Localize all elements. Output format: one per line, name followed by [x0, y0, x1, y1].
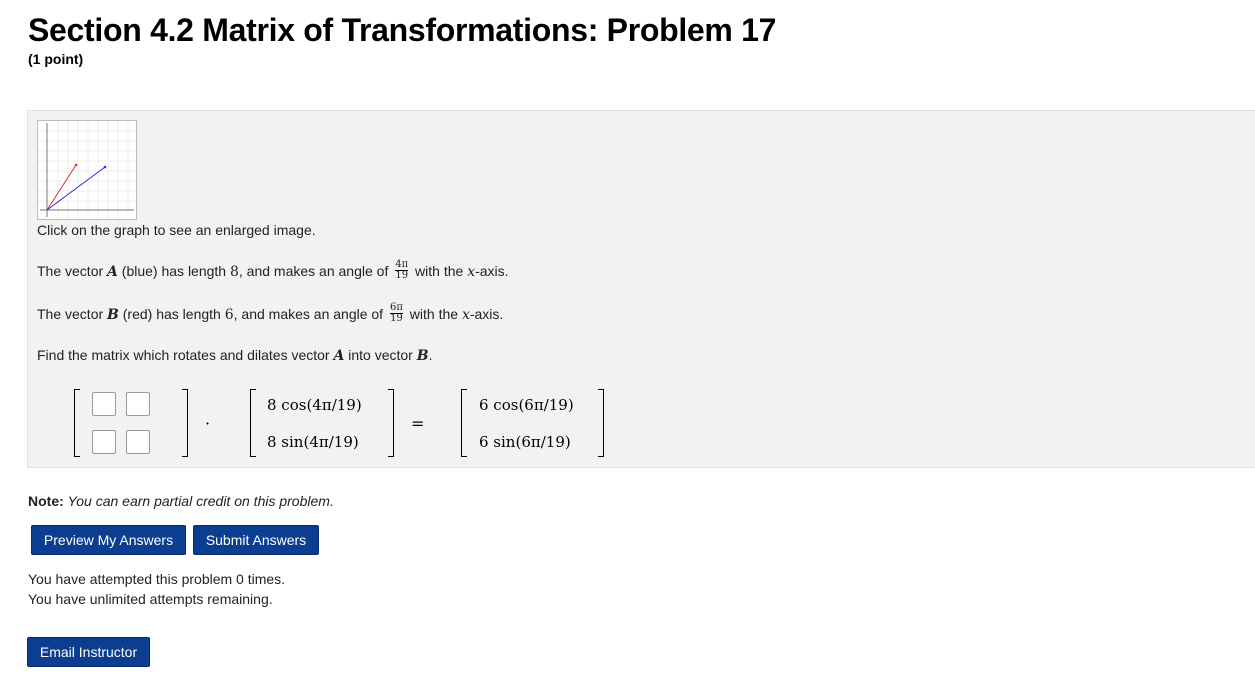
- instruction-prefix: Find the matrix which rotates and dilate…: [37, 347, 334, 363]
- vector-a-angle-numerator: 4π: [395, 259, 409, 270]
- problem-panel: [27, 110, 1255, 468]
- note-text: You can earn partial credit on this prob…: [67, 493, 334, 509]
- vector-b-angle-numerator: 6π: [389, 302, 403, 313]
- graph-caption: Click on the graph to see an enlarged im…: [37, 222, 316, 238]
- vector-b-prefix: The vector: [37, 306, 108, 323]
- email-instructor-button[interactable]: Email Instructor: [27, 637, 150, 667]
- vector-a-tip: [103, 165, 107, 169]
- vector-graph: [38, 121, 136, 219]
- page-title: Section 4.2 Matrix of Transformations: P…: [28, 12, 777, 48]
- vector-a-axis-suffix: -axis.: [475, 263, 509, 280]
- vector-a-angle-denominator: 19: [395, 270, 409, 281]
- preview-answers-button[interactable]: Preview My Answers: [31, 525, 186, 555]
- matrix-entry-2-1[interactable]: [92, 430, 116, 454]
- vector-b-length: 6: [224, 307, 234, 324]
- vector-a-line: [46, 166, 106, 211]
- attempts-remaining: You have unlimited attempts remaining.: [28, 591, 273, 607]
- matrix-left-bracket: [74, 389, 80, 457]
- vector-a-length: 8: [229, 264, 239, 281]
- vector-a-axis: x: [467, 264, 476, 281]
- graph-thumbnail[interactable]: [37, 120, 137, 220]
- vector-b-suffix: with the: [405, 306, 462, 323]
- instruction-middle: into vector: [344, 347, 417, 363]
- instruction-vector-b: B: [416, 348, 429, 364]
- vector-b-entry-1: 6 cos(6π/19): [479, 396, 574, 414]
- vector-b-right-bracket: [598, 389, 604, 457]
- submit-answers-button[interactable]: Submit Answers: [193, 525, 319, 555]
- vector-b-angle-fraction: 6π 19: [389, 302, 403, 324]
- matrix-entry-1-2[interactable]: [126, 392, 150, 416]
- vector-a-entry-1: 8 cos(4π/19): [267, 396, 362, 414]
- vector-a-prefix: The vector: [37, 263, 108, 280]
- partial-credit-note: Note: You can earn partial credit on thi…: [28, 493, 334, 509]
- vector-a-suffix: with the: [411, 263, 468, 280]
- instruction-end: .: [428, 347, 433, 363]
- vector-a-right-bracket: [388, 389, 394, 457]
- vector-b-color-text: (red) has length: [118, 306, 225, 323]
- instruction-vector-a: A: [333, 348, 345, 364]
- vector-b-angle-text: , and makes an angle of: [233, 306, 387, 323]
- vector-a-angle-text: , and makes an angle of: [238, 263, 393, 280]
- vector-a-left-bracket: [250, 389, 256, 457]
- vector-a-description: The vector A (blue) has length 8, and ma…: [37, 259, 509, 283]
- equals-operator: =: [411, 414, 425, 433]
- note-label: Note:: [28, 493, 64, 509]
- vector-b-entry-2: 6 sin(6π/19): [479, 433, 571, 451]
- vector-b-axis: x: [461, 307, 470, 324]
- matrix-right-bracket: [182, 389, 188, 457]
- attempts-count: You have attempted this problem 0 times.: [28, 571, 286, 587]
- point-value: (1 point): [28, 51, 84, 67]
- vector-b-angle-denominator: 19: [390, 313, 403, 324]
- vector-b-left-bracket: [461, 389, 467, 457]
- vector-b-line: [46, 164, 77, 211]
- vector-b-description: The vector B (red) has length 6, and mak…: [37, 302, 504, 326]
- vector-b-tip: [74, 163, 78, 167]
- matrix-entry-1-1[interactable]: [92, 392, 116, 416]
- vector-a-color-text: (blue) has length: [117, 263, 230, 280]
- vector-b-axis-suffix: -axis.: [469, 306, 504, 323]
- vector-a-entry-2: 8 sin(4π/19): [267, 433, 359, 451]
- vector-a-symbol: A: [107, 264, 118, 281]
- problem-instruction: Find the matrix which rotates and dilate…: [37, 347, 432, 364]
- vector-a-angle-fraction: 4π 19: [395, 259, 409, 281]
- dot-operator: ·: [205, 414, 211, 433]
- matrix-entry-2-2[interactable]: [126, 430, 150, 454]
- vector-b-symbol: B: [107, 307, 119, 324]
